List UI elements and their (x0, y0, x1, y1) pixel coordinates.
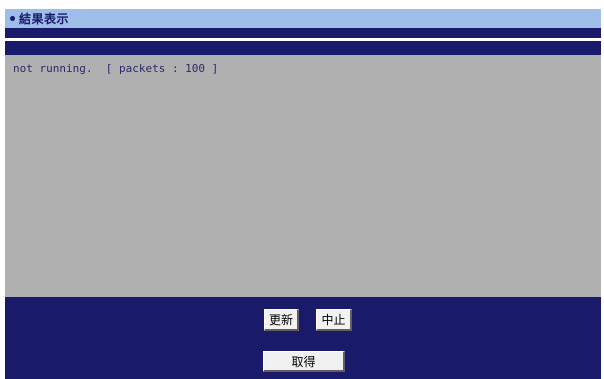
section-title: 結果表示 (19, 12, 70, 26)
stop-button[interactable]: 中止 (316, 309, 352, 331)
get-button[interactable]: 取得 (263, 351, 345, 372)
result-output-text: not running. [ packets : 100 ] (13, 62, 219, 75)
bullet-icon (10, 16, 15, 21)
result-output-area[interactable]: not running. [ packets : 100 ] (5, 55, 601, 297)
section-header: 結果表示 (5, 9, 601, 28)
refresh-button[interactable]: 更新 (264, 309, 299, 331)
result-panel: 結果表示 not running. [ packets : 100 ] (5, 9, 601, 379)
header-divider (5, 38, 601, 41)
